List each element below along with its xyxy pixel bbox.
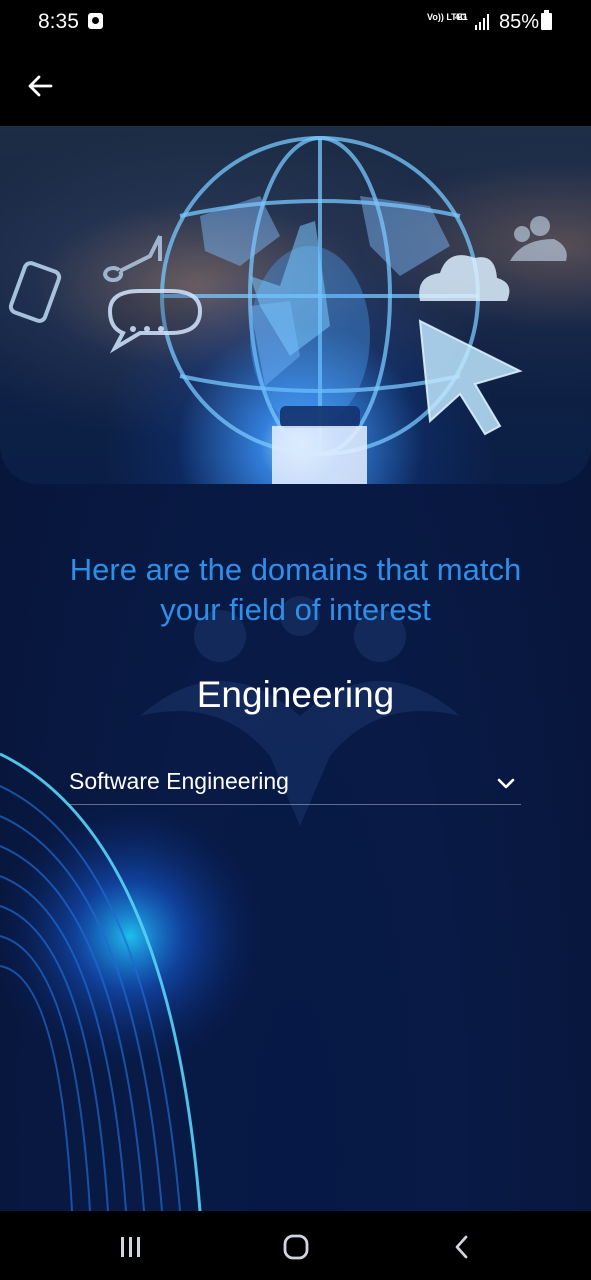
intro-text: Here are the domains that match your fie… <box>69 552 522 627</box>
battery-percent: 85% <box>499 11 540 33</box>
arrow-left-icon <box>28 75 53 97</box>
domain-dropdown[interactable]: Software Engineering <box>69 758 521 805</box>
nav-back-button[interactable] <box>440 1225 484 1269</box>
status-time: 8:35 <box>38 10 79 33</box>
category-title: Engineering <box>196 674 395 715</box>
battery-icon <box>541 10 552 30</box>
recents-icon <box>121 1237 140 1257</box>
back-button[interactable] <box>22 68 58 104</box>
main-content: Here are the domains that match your fie… <box>0 126 591 1211</box>
notification-icon <box>88 13 103 29</box>
hero-image <box>0 126 591 484</box>
status-bar: 8:35 Vo)) LTE1 4G 85% <box>0 0 591 46</box>
recents-button[interactable] <box>109 1225 153 1269</box>
network-type: 4G <box>455 12 468 22</box>
app-bar <box>0 46 591 126</box>
chevron-down-icon <box>497 778 515 789</box>
home-button[interactable] <box>274 1225 318 1269</box>
system-nav-bar <box>0 1211 591 1280</box>
back-icon <box>455 1235 468 1259</box>
signal-icon <box>475 14 489 30</box>
domain-dropdown-value: Software Engineering <box>69 768 289 794</box>
home-icon <box>283 1234 309 1260</box>
